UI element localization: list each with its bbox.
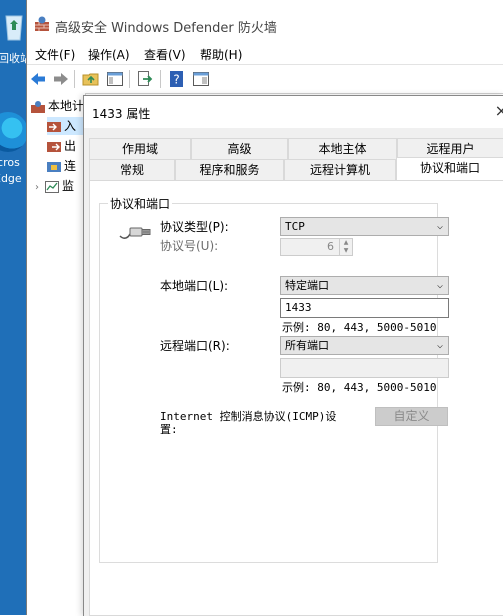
local-port-label: 本地端口(L):	[160, 279, 229, 293]
remote-port-value: 所有端口	[285, 339, 329, 352]
chevron-down-icon: ⌵	[436, 340, 443, 351]
tree-item-outbound[interactable]: 出	[47, 137, 76, 155]
tab-local-principals[interactable]: 本地主体	[288, 138, 397, 159]
remote-port-input[interactable]	[280, 358, 449, 378]
tab-scope[interactable]: 作用域	[89, 138, 191, 159]
local-port-select[interactable]: 特定端口 ⌵	[280, 276, 449, 295]
forward-arrow-icon[interactable]	[52, 70, 70, 88]
tab-remote-computers[interactable]: 远程计算机	[284, 159, 396, 180]
firewall-icon	[35, 16, 49, 31]
desktop-background: 回收站 icros Edge	[0, 0, 31, 615]
expand-chevron-icon[interactable]: ›	[35, 182, 45, 193]
connection-security-icon	[47, 161, 61, 172]
inbound-rules-icon	[47, 121, 61, 132]
tree-item-monitoring[interactable]: › 监	[35, 177, 74, 195]
tab-protocols-ports[interactable]: 协议和端口	[396, 157, 503, 181]
menu-action[interactable]: 操作(A)	[88, 46, 130, 63]
export-list-icon[interactable]	[136, 70, 154, 88]
remote-port-select[interactable]: 所有端口 ⌵	[280, 336, 449, 355]
up-folder-icon[interactable]	[82, 70, 100, 88]
title-bar[interactable]: 高级安全 Windows Defender 防火墙	[27, 0, 503, 42]
icmp-settings-label-line2: 置:	[160, 423, 178, 436]
edge-label-line1: icros	[0, 156, 20, 169]
toolbar: ?	[27, 64, 503, 94]
protocol-type-value: TCP	[285, 220, 305, 233]
toolbar-separator	[74, 70, 75, 88]
tree-item-label: 出	[64, 139, 77, 153]
monitoring-icon	[45, 180, 59, 193]
tree-item-label: 入	[64, 119, 77, 133]
menu-file[interactable]: 文件(F)	[35, 46, 75, 63]
firewall-icon	[31, 100, 45, 113]
group-caption: 协议和端口	[108, 195, 173, 212]
tree-item-label: 本地计	[48, 99, 85, 113]
tab-programs-services[interactable]: 程序和服务	[175, 159, 284, 180]
window-title: 高级安全 Windows Defender 防火墙	[55, 21, 277, 36]
menu-view[interactable]: 查看(V)	[144, 46, 186, 63]
svg-text:?: ?	[173, 73, 179, 87]
show-hide-tree-icon[interactable]	[106, 70, 124, 88]
local-port-value: 特定端口	[285, 279, 329, 292]
dialog-title: 1433 属性	[92, 107, 151, 121]
spinner-arrows-icon[interactable]: ▲ ▼	[339, 239, 352, 255]
edge-label-line2: Edge	[0, 172, 22, 185]
protocol-type-select[interactable]: TCP ⌵	[280, 217, 449, 236]
tree-item-label: 监	[62, 179, 75, 193]
protocol-type-label: 协议类型(P):	[160, 220, 229, 234]
toolbar-separator	[160, 70, 161, 88]
close-icon[interactable]: ×	[495, 101, 503, 120]
tree-item-label: 连	[64, 159, 77, 173]
customize-button[interactable]: 自定义	[375, 407, 448, 426]
chevron-down-icon: ⌵	[436, 221, 443, 232]
tree-item-inbound[interactable]: 入	[47, 117, 85, 135]
tab-advanced[interactable]: 高级	[191, 138, 288, 159]
protocol-number-spinner[interactable]: 6 ▲ ▼	[280, 238, 353, 256]
protocol-number-label: 协议号(U):	[160, 239, 219, 253]
remote-port-label: 远程端口(R):	[160, 339, 230, 353]
menu-help[interactable]: 帮助(H)	[200, 46, 242, 63]
icmp-settings-label-line1: Internet 控制消息协议(ICMP)设	[160, 410, 337, 423]
toolbar-separator	[129, 70, 130, 88]
tree-item-root[interactable]: 本地计	[31, 97, 84, 115]
menu-bar: 文件(F) 操作(A) 查看(V) 帮助(H)	[27, 42, 503, 64]
back-arrow-icon[interactable]	[29, 70, 47, 88]
tab-general[interactable]: 常规	[89, 159, 175, 180]
show-action-pane-icon[interactable]	[192, 70, 210, 88]
dialog-title-bar[interactable]: 1433 属性 ×	[84, 96, 503, 128]
tree-item-connection[interactable]: 连	[47, 157, 76, 175]
help-icon[interactable]: ?	[168, 70, 186, 88]
edge-icon[interactable]	[0, 112, 28, 152]
outbound-rules-icon	[47, 141, 61, 152]
protocol-number-value: 6	[327, 240, 334, 253]
console-tree: 本地计 入 出 连 › 监	[27, 93, 86, 615]
local-port-example: 示例: 80, 443, 5000-5010	[282, 321, 437, 334]
remote-port-example: 示例: 80, 443, 5000-5010	[282, 381, 437, 394]
local-port-input[interactable]: 1433	[280, 298, 449, 318]
chevron-down-icon: ⌵	[436, 280, 443, 291]
recycle-bin-icon[interactable]	[0, 10, 28, 44]
network-cable-icon	[119, 227, 151, 239]
tab-remote-users[interactable]: 远程用户	[397, 138, 503, 159]
properties-dialog: 1433 属性 × 作用域 高级 本地主体 远程用户 常规 程序和服务 远程计算…	[83, 95, 503, 616]
